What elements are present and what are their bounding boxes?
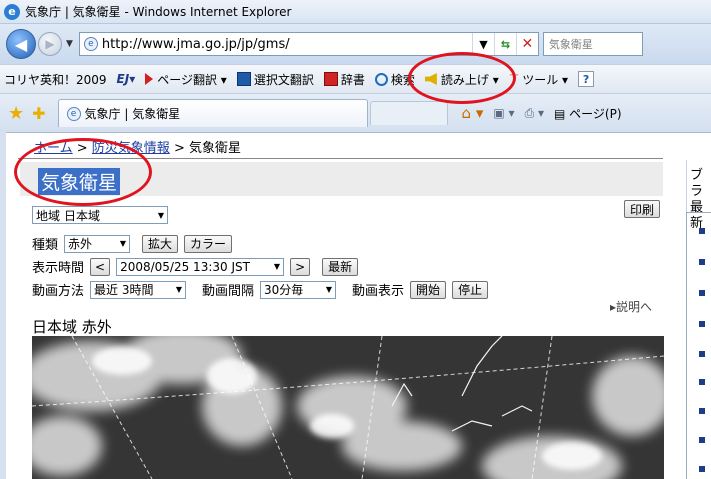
next-time-button[interactable]: > bbox=[290, 257, 311, 276]
search-input[interactable]: 気象衛星 bbox=[542, 32, 643, 56]
window-title-bar: e 気象庁 | 気象衛星 - Windows Internet Explorer bbox=[0, 0, 711, 24]
list-bullet-icon bbox=[699, 228, 705, 234]
address-dropdown-icon[interactable]: ▼ bbox=[471, 33, 494, 55]
address-bar-row: ◀ ▶ ▼ e http://www.jma.go.jp/jp/gms/ ▼ ⇆… bbox=[0, 24, 711, 64]
page-menu[interactable]: ▤ ページ(P) bbox=[554, 105, 622, 122]
window-title: 気象庁 | 気象衛星 - Windows Internet Explorer bbox=[25, 5, 292, 19]
anim-display-label: 動画表示 bbox=[352, 284, 405, 299]
back-arrow-icon[interactable]: ◀ bbox=[6, 29, 36, 59]
time-label: 表示時間 bbox=[32, 261, 85, 276]
type-select[interactable]: 赤外 ▼ bbox=[64, 234, 131, 253]
region-row: 地域 日本域 ▼ bbox=[32, 206, 168, 224]
chevron-down-icon: ▼ bbox=[175, 285, 183, 294]
explanation-link[interactable]: ▸説明へ bbox=[610, 298, 652, 315]
refresh-icon[interactable]: ⇆ bbox=[493, 33, 516, 55]
region-select[interactable]: 地域 日本域 ▼ bbox=[32, 206, 168, 224]
forward-arrow-icon[interactable]: ▶ bbox=[38, 32, 62, 56]
type-row: 種類 赤外 ▼ 拡大 カラー bbox=[32, 234, 238, 253]
time-value: 2008/05/25 13:30 JST bbox=[120, 259, 250, 274]
list-bullet-icon bbox=[699, 437, 705, 443]
chevron-down-icon: ▼ bbox=[325, 285, 333, 294]
list-bullet-icon bbox=[699, 259, 705, 265]
home-icon[interactable]: ⌂ ▾ bbox=[462, 104, 484, 122]
anim-method-value: 最近 3時間 bbox=[94, 283, 154, 297]
ie-logo-icon: e bbox=[4, 3, 20, 20]
stop-icon[interactable]: ✕ bbox=[515, 33, 538, 55]
print-icon[interactable]: ⎙ ▾ bbox=[525, 106, 544, 121]
animation-row: 動画方法 最近 3時間 ▼ 動画間隔 30分毎 ▼ 動画表示 開始 停止 bbox=[32, 280, 494, 299]
region-label: 地域 bbox=[36, 208, 61, 223]
translate-arrow-icon bbox=[145, 73, 154, 85]
toolbar-korya[interactable]: コリヤ英和！2009 bbox=[4, 71, 107, 88]
selection-translate-icon bbox=[236, 72, 251, 86]
title-highlight-circle bbox=[14, 138, 152, 206]
time-select[interactable]: 2008/05/25 13:30 JST ▼ bbox=[116, 257, 285, 276]
zoom-button[interactable]: 拡大 bbox=[142, 234, 179, 253]
anim-interval-select[interactable]: 30分毎 ▼ bbox=[260, 280, 337, 299]
previous-time-button[interactable]: < bbox=[90, 257, 111, 276]
anim-interval-label: 動画間隔 bbox=[202, 284, 255, 299]
list-bullet-icon bbox=[699, 466, 705, 472]
help-icon[interactable]: ? bbox=[578, 71, 595, 87]
search-icon bbox=[374, 72, 388, 86]
list-bullet-icon bbox=[699, 408, 705, 414]
dictionary-icon bbox=[323, 72, 338, 86]
list-bullet-icon bbox=[699, 351, 705, 357]
toolbar-selection-translate[interactable]: 選択文翻訳 bbox=[236, 71, 314, 88]
new-tab-button[interactable] bbox=[369, 101, 448, 125]
chevron-down-icon: ▼ bbox=[157, 210, 164, 220]
print-button[interactable]: 印刷 bbox=[624, 200, 661, 218]
anim-interval-value: 30分毎 bbox=[264, 283, 304, 297]
time-row: 表示時間 < 2008/05/25 13:30 JST ▼ > 最新 bbox=[32, 257, 364, 276]
list-bullet-icon bbox=[699, 321, 705, 327]
url-text[interactable]: http://www.jma.go.jp/jp/gms/ bbox=[102, 37, 472, 52]
search-placeholder: 気象衛星 bbox=[548, 38, 593, 51]
tab-jma-satellite[interactable]: e 気象庁 | 気象衛星 bbox=[57, 99, 368, 127]
favorites-star-icon[interactable]: ★ bbox=[8, 103, 24, 124]
stop-button[interactable]: 停止 bbox=[452, 280, 489, 299]
anim-method-label: 動画方法 bbox=[32, 284, 85, 299]
feeds-icon[interactable]: ▣ ▾ bbox=[493, 106, 514, 120]
command-bar: ⌂ ▾ ▣ ▾ ⎙ ▾ ▤ ページ(P) bbox=[462, 104, 632, 122]
type-label: 種類 bbox=[32, 238, 59, 253]
toolbar-page-translate[interactable]: ページ翻訳 ▾ bbox=[145, 71, 227, 88]
toolbar-ej-menu[interactable]: EJ▾ bbox=[117, 72, 136, 86]
color-button[interactable]: カラー bbox=[184, 234, 233, 253]
addon-toolbar: コリヤ英和！2009 EJ▾ ページ翻訳 ▾ 選択文翻訳 辞書 検索 読み上げ … bbox=[0, 64, 711, 94]
latest-button[interactable]: 最新 bbox=[322, 257, 359, 276]
satellite-image-svg bbox=[32, 336, 664, 479]
breadcrumb-separator: > bbox=[169, 141, 189, 156]
satellite-image[interactable] bbox=[32, 336, 664, 479]
list-bullet-icon bbox=[699, 290, 705, 296]
tab-page-icon: e bbox=[66, 106, 81, 121]
search-highlight-circle bbox=[408, 52, 516, 104]
list-bullet-icon bbox=[699, 379, 705, 385]
tab-label: 気象庁 | 気象衛星 bbox=[84, 107, 181, 121]
add-favorites-icon[interactable]: ✚ bbox=[32, 104, 45, 123]
toolbar-tools[interactable]: ⊤ ツール ▾ bbox=[509, 71, 568, 88]
breadcrumb-current: 気象衛星 bbox=[188, 141, 241, 156]
image-title: 日本域 赤外 bbox=[32, 318, 112, 336]
chevron-down-icon: ▼ bbox=[273, 262, 281, 271]
window-left-edge bbox=[0, 132, 6, 479]
type-value: 赤外 bbox=[68, 237, 93, 251]
tab-row: ★ ✚ e 気象庁 | 気象衛星 ⌂ ▾ ▣ ▾ ⎙ ▾ ▤ ページ(P) bbox=[0, 94, 711, 132]
region-value: 日本域 bbox=[64, 208, 101, 223]
page-icon: e bbox=[83, 37, 98, 51]
right-heading-line1: ブラ bbox=[690, 168, 704, 199]
chevron-down-icon: ▼ bbox=[119, 239, 127, 248]
recent-pages-dropdown-icon[interactable]: ▼ bbox=[66, 39, 73, 49]
anim-method-select[interactable]: 最近 3時間 ▼ bbox=[90, 280, 187, 299]
toolbar-dictionary[interactable]: 辞書 bbox=[323, 71, 365, 88]
start-button[interactable]: 開始 bbox=[410, 280, 447, 299]
